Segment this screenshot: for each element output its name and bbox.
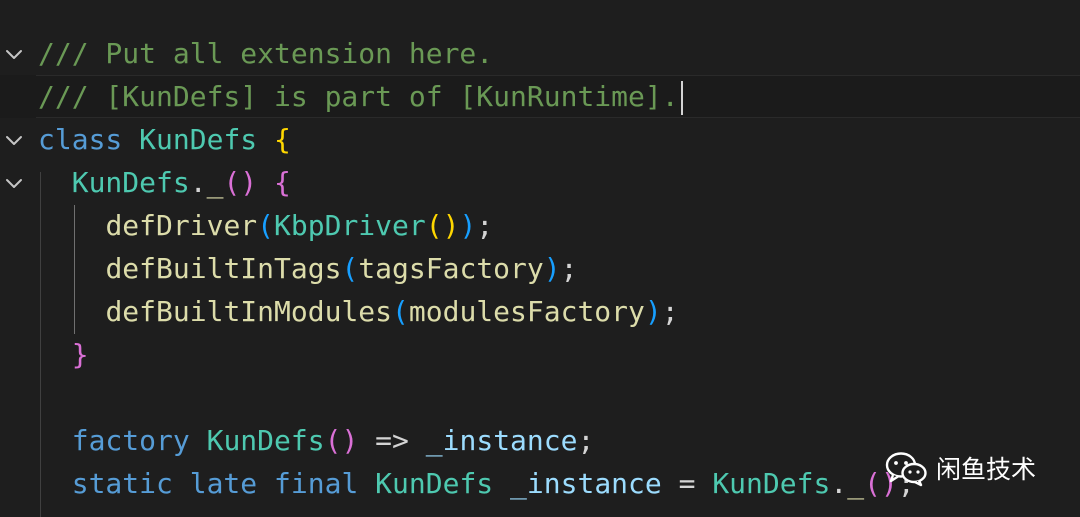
code-token: { [274,166,291,199]
code-token: => [358,424,426,457]
code-token: KunDefs [139,123,258,156]
watermark: 闲鱼技术 [884,446,1036,490]
code-token: } [71,338,89,371]
code-token: KunDefs [71,166,190,199]
wechat-icon [885,452,927,487]
code-token: static late final [71,467,359,500]
code-token: ) [459,209,477,242]
code-token: . [830,467,848,500]
code-token: ( [341,252,359,285]
code-token: defDriver [105,209,258,242]
code-token: defBuiltInTags [105,252,342,285]
code-line[interactable]: } [0,333,1080,376]
code-editor[interactable]: /// Put all extension here. /// [KunDefs]… [0,0,1080,517]
code-line[interactable]: defDriver(KbpDriver()); [0,204,1080,247]
code-token: . [189,166,207,199]
code-token: defBuiltInModules [105,295,393,328]
code-text: static late final KunDefs _instance = Ku… [38,462,915,505]
code-token: factory [71,424,190,457]
code-token: KunDefs [206,424,325,457]
watermark-text: 闲鱼技术 [936,455,1037,484]
code-token: ) [543,252,561,285]
code-token: = [661,467,713,500]
code-line[interactable]: class KunDefs { [0,118,1080,161]
code-token: KbpDriver [274,209,426,242]
code-token: ; [560,252,578,285]
code-token: { [274,123,291,156]
code-token: ; [577,424,595,457]
text-cursor [680,81,683,115]
code-line[interactable]: defBuiltInModules(modulesFactory); [0,290,1080,333]
code-text: /// [KunDefs] is part of [KunRuntime]. [38,75,683,118]
code-token: ( [392,295,409,328]
code-line[interactable] [0,376,1080,419]
code-token: KunDefs [375,467,494,500]
code-token: () [223,166,258,199]
fold-chevron-icon[interactable] [0,118,28,161]
code-token: () [425,209,460,242]
code-token: /// Put all extension here. [38,37,494,70]
code-token: /// [KunDefs] is part of [KunRuntime]. [38,80,679,113]
code-token: ( [257,209,275,242]
code-text: defBuiltInTags(tagsFactory); [38,247,577,290]
fold-chevron-icon[interactable] [0,161,28,204]
code-token: _instance [425,424,578,457]
code-token: ) [644,295,662,328]
code-token: KunDefs [712,467,831,500]
code-text: KunDefs._() { [38,161,291,204]
code-line[interactable]: /// Put all extension here. [0,32,1080,75]
code-text: defDriver(KbpDriver()); [38,204,493,247]
code-text: class KunDefs { [38,118,291,161]
code-text: /// Put all extension here. [38,32,493,75]
code-token: ; [661,295,679,328]
code-token: class [38,123,123,156]
code-token: () [324,424,359,457]
code-text: factory KunDefs() => _instance; [38,419,595,462]
code-token: tagsFactory [358,252,544,285]
code-token: ; [476,209,494,242]
code-token: _ [206,166,224,199]
code-line[interactable]: /// [KunDefs] is part of [KunRuntime]. [0,75,1080,118]
fold-chevron-icon[interactable] [0,32,28,75]
code-line[interactable]: defBuiltInTags(tagsFactory); [0,247,1080,290]
code-token: _instance [510,467,662,500]
code-token: modulesFactory [408,295,645,328]
code-token: _ [847,467,865,500]
code-text: defBuiltInModules(modulesFactory); [38,290,679,333]
code-line[interactable]: KunDefs._() { [0,161,1080,204]
code-text: } [38,333,89,376]
